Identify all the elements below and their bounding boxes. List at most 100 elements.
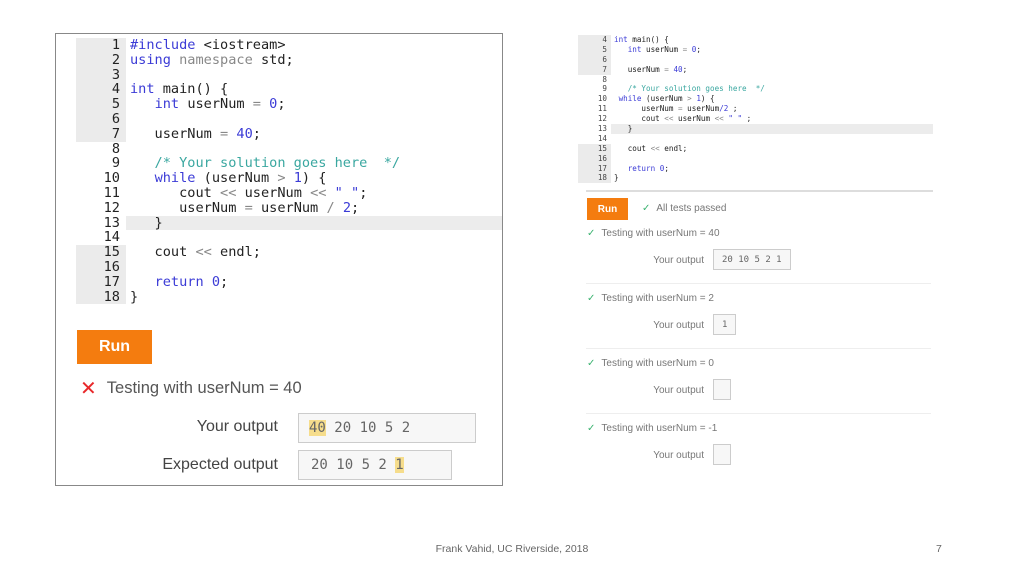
- expected-output-box: 20 10 5 2 1: [298, 450, 452, 480]
- your-output-box: 40 20 10 5 2: [298, 413, 476, 443]
- line-number: 8: [602, 74, 607, 84]
- code-token: 1: [293, 170, 302, 187]
- line-number: 14: [103, 229, 120, 246]
- code-line: 5 int userNum = 0;: [578, 44, 933, 55]
- code-token: #include: [130, 37, 204, 53]
- code-token: <<: [195, 244, 221, 261]
- code-text: while (userNum > 1) {: [126, 171, 502, 186]
- code-token: std;: [260, 51, 294, 68]
- code-line: 9 /* Your solution goes here */: [76, 156, 502, 171]
- output-text: 20 10 5 2: [325, 420, 411, 436]
- code-text: int userNum = 0;: [126, 97, 502, 112]
- code-text: int main() {: [126, 82, 502, 97]
- code-text: userNum = 40;: [126, 125, 502, 142]
- line-number: 15: [578, 143, 611, 154]
- expected-diff-highlight: 1: [395, 457, 404, 473]
- line-number: 18: [76, 289, 126, 305]
- line-number: 13: [103, 214, 120, 231]
- code-token: " ": [334, 184, 360, 201]
- code-text: using namespace std;: [126, 51, 502, 68]
- passing-submission-screenshot: 4 int main() {5 int userNum = 0; 6 7 userNu…: [578, 33, 934, 473]
- page-number: 7: [936, 543, 942, 555]
- all-tests-status: ✓ All tests passed: [642, 203, 726, 214]
- code-line: 7 userNum = 40;: [578, 64, 933, 75]
- code-token: }: [614, 173, 619, 183]
- test-label: Testing with userNum = 40: [106, 379, 302, 397]
- line-number: 4: [76, 82, 126, 98]
- code-line: 10 while (userNum > 1) {: [76, 171, 502, 186]
- code-editor[interactable]: 1 #include <iostream> 2 using namespace std…: [76, 38, 502, 305]
- code-token: 0: [211, 273, 221, 290]
- line-number: 6: [76, 112, 126, 127]
- code-line: 17 return 0;: [578, 163, 933, 174]
- code-text: cout << endl;: [126, 245, 502, 260]
- code-token: 2: [342, 199, 351, 216]
- line-number: 5: [578, 44, 611, 55]
- code-token: }: [614, 124, 633, 134]
- code-token: ;: [252, 125, 261, 142]
- code-text: return 0;: [611, 164, 933, 174]
- code-token: ) {: [301, 170, 327, 187]
- code-editor[interactable]: 4 int main() {5 int userNum = 0; 6 7 userNu…: [578, 35, 933, 184]
- test-result: ✓ Testing with userNum = -1: [587, 423, 717, 434]
- code-token: <<: [664, 114, 679, 124]
- divider: [586, 348, 931, 349]
- check-icon: ✓: [587, 358, 596, 369]
- code-token: userNum: [614, 64, 665, 74]
- code-token: (userNum: [203, 170, 278, 187]
- your-output-box: 1: [713, 314, 737, 335]
- line-number: 11: [103, 184, 120, 201]
- code-text: #include <iostream>: [126, 38, 502, 53]
- line-number: 6: [578, 54, 611, 65]
- code-token: userNum: [187, 96, 253, 113]
- run-button[interactable]: Run: [77, 330, 152, 364]
- code-line: 8: [578, 75, 933, 85]
- code-token: <<: [310, 184, 335, 201]
- code-line: 7 userNum = 40;: [76, 125, 502, 142]
- code-line: 2 using namespace std;: [76, 51, 502, 68]
- code-line: 12 userNum = userNum / 2;: [76, 199, 502, 216]
- code-text: }: [126, 215, 502, 231]
- your-output-label: Your output: [653, 385, 704, 396]
- code-token: =: [678, 104, 688, 114]
- code-token: =: [682, 44, 692, 54]
- output-diff-highlight: 40: [309, 420, 326, 436]
- code-text: /* Your solution goes here */: [126, 156, 502, 171]
- line-number: 10: [103, 170, 120, 187]
- code-token: cout: [130, 244, 196, 261]
- code-text: while (userNum > 1) {: [611, 94, 933, 104]
- code-token: userNum: [244, 184, 311, 201]
- line-number: 16: [76, 260, 126, 275]
- line-number: 5: [76, 97, 126, 112]
- code-text: }: [126, 289, 502, 305]
- code-token: 40: [236, 125, 253, 142]
- code-token: userNum: [260, 199, 327, 216]
- code-token: =: [252, 96, 270, 113]
- run-button[interactable]: Run: [587, 198, 628, 220]
- code-token: int: [154, 96, 188, 113]
- expected-text: 20 10 5 2: [311, 457, 396, 473]
- code-token: (userNum: [646, 94, 688, 104]
- test-result: ✕ Testing with userNum = 40: [80, 376, 302, 401]
- code-text: }: [611, 124, 933, 134]
- your-output-box: [713, 444, 731, 465]
- code-token: >: [687, 94, 697, 104]
- code-line: 4 int main() {: [76, 82, 502, 98]
- your-output-box: [713, 379, 731, 400]
- code-line: 6: [578, 54, 933, 65]
- line-number: 17: [76, 274, 126, 290]
- line-number: 9: [111, 155, 120, 172]
- code-line: 16: [578, 153, 933, 164]
- test-result: ✓ Testing with userNum = 2: [587, 293, 714, 304]
- line-number: 8: [111, 140, 120, 157]
- code-token: endl;: [220, 244, 261, 261]
- check-icon: ✓: [587, 423, 596, 434]
- code-token: >: [277, 170, 294, 187]
- test-label: Testing with userNum = 0: [601, 358, 714, 369]
